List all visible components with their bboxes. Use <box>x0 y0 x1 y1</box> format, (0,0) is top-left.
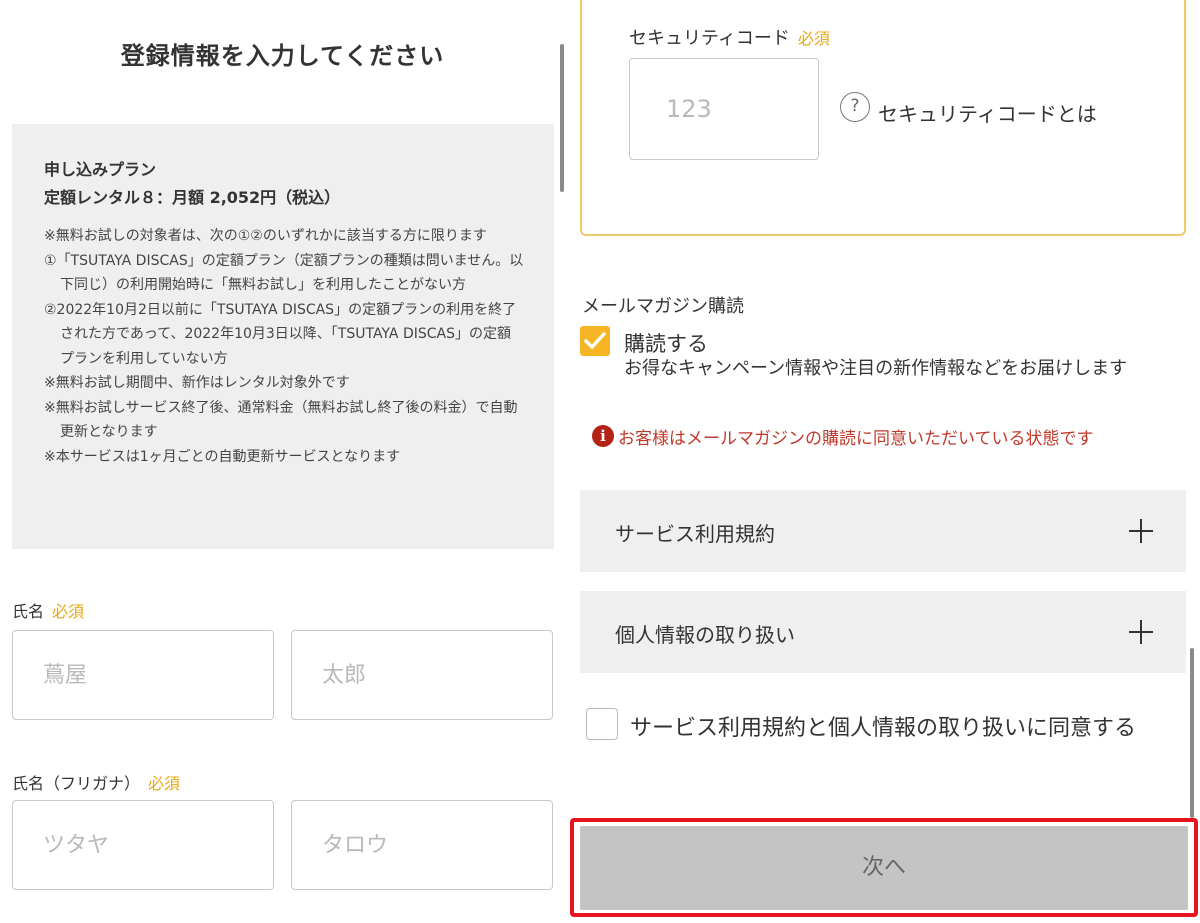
plan-label: 申し込みプラン <box>44 160 157 179</box>
page-title: 登録情報を入力してください <box>120 42 445 70</box>
security-code-label: セキュリティコード 必須 <box>629 24 830 50</box>
agree-checkbox[interactable] <box>586 708 618 740</box>
mail-magazine-notice: お客様はメールマガジンの購読に同意いただいている状態です <box>618 429 1094 449</box>
required-badge: 必須 <box>148 774 181 793</box>
terms-of-service-accordion[interactable]: サービス利用規約 <box>580 490 1186 572</box>
plus-icon <box>1129 620 1153 644</box>
mail-magazine-heading: メールマガジン購読 <box>582 296 744 317</box>
plan-note: ※本サービスは1ヶ月ごとの自動更新サービスとなります <box>44 448 401 465</box>
next-button[interactable]: 次へ <box>580 826 1188 910</box>
plan-notes: ※無料お試しの対象者は、次の①②のいずれかに該当する方に限ります ①「TSUTA… <box>44 224 524 469</box>
agree-checkbox-label[interactable]: サービス利用規約と個人情報の取り扱いに同意する <box>630 710 1136 742</box>
left-panel: 登録情報を入力してください 申し込みプラン 定額レンタル８：月額 2,052円（… <box>0 0 570 923</box>
security-code-input[interactable] <box>629 58 819 160</box>
first-name-kana-input[interactable] <box>291 800 553 890</box>
plan-note: ※無料お試しサービス終了後、通常料金（無料お試し終了後の料金）で自動更新となりま… <box>44 399 518 441</box>
security-code-label-text: セキュリティコード <box>629 28 790 49</box>
mail-magazine-checkbox[interactable] <box>580 326 610 356</box>
required-badge: 必須 <box>52 602 85 621</box>
first-name-input[interactable] <box>291 630 553 720</box>
check-icon <box>584 332 606 349</box>
kana-label-text: 氏名（フリガナ） <box>12 774 141 793</box>
plan-price: 定額レンタル８：月額 2,052円（税込） <box>44 188 341 207</box>
mail-magazine-checkbox-label[interactable]: 購読する <box>624 328 708 358</box>
plan-note: ※無料お試しの対象者は、次の①②のいずれかに該当する方に限ります <box>44 228 487 244</box>
scrollbar[interactable] <box>560 44 564 192</box>
privacy-policy-accordion[interactable]: 個人情報の取り扱い <box>580 591 1186 673</box>
name-label-text: 氏名 <box>12 602 45 621</box>
card-info-box: セキュリティコード必須 ? セキュリティコードとは <box>580 0 1186 236</box>
plan-note: ②2022年10月2日以前に「TSUTAYA DISCAS」の定額プランの利用を… <box>44 301 517 367</box>
accordion-label: 個人情報の取り扱い <box>615 623 795 647</box>
plan-note: ①「TSUTAYA DISCAS」の定額プラン（定額プランの種類は問いません。以… <box>44 252 524 294</box>
security-code-help-link[interactable]: セキュリティコードとは <box>878 98 1097 127</box>
plan-info-box: 申し込みプラン 定額レンタル８：月額 2,052円（税込） ※無料お試しの対象者… <box>12 124 554 549</box>
last-name-input[interactable] <box>12 630 274 720</box>
plus-icon <box>1129 519 1153 543</box>
plan-note: ※無料お試し期間中、新作はレンタル対象外です <box>44 375 350 391</box>
info-alert-icon: i <box>592 425 614 447</box>
right-panel: セキュリティコード必須 ? セキュリティコードとは メールマガジン購読 購読する… <box>570 0 1200 923</box>
mail-magazine-description: お得なキャンペーン情報や注目の新作情報などをお届けします <box>624 358 1128 379</box>
name-label: 氏名 必須 <box>12 598 84 622</box>
accordion-label: サービス利用規約 <box>615 522 775 546</box>
question-icon[interactable]: ? <box>840 92 870 122</box>
required-badge: 必須 <box>797 29 830 48</box>
kana-label: 氏名（フリガナ） 必須 <box>12 770 180 794</box>
scrollbar[interactable] <box>1190 648 1194 818</box>
last-name-kana-input[interactable] <box>12 800 274 890</box>
